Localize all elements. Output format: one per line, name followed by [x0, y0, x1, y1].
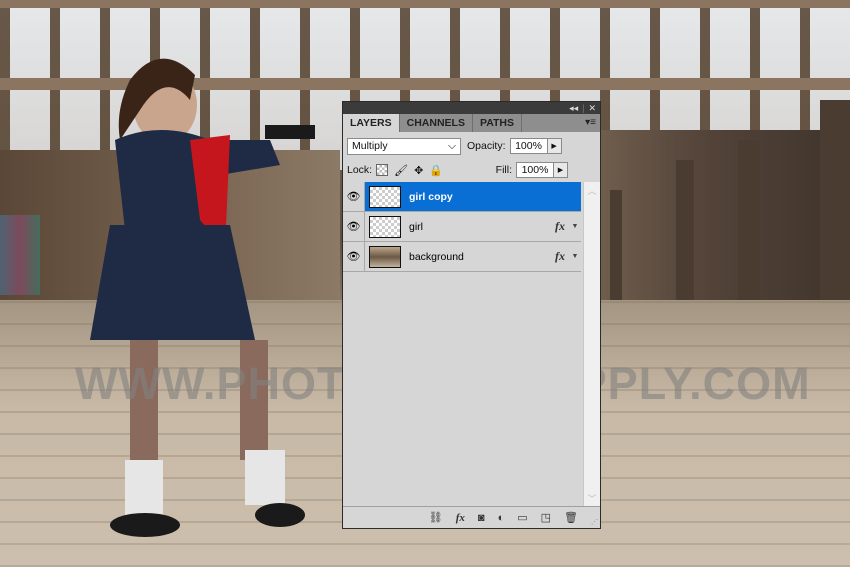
panel-menu-icon[interactable]: ▾≡ [585, 117, 596, 128]
lock-transparency-icon[interactable] [376, 164, 389, 176]
visibility-eye-icon[interactable]: 👁 [343, 212, 365, 241]
lock-all-icon[interactable]: 🔒 [429, 164, 443, 177]
add-layer-style-icon[interactable]: fx [456, 512, 465, 524]
tab-channels[interactable]: CHANNELS [400, 114, 473, 132]
new-layer-icon[interactable]: ◳ [541, 511, 551, 524]
visibility-eye-icon[interactable]: 👁 [343, 182, 365, 211]
add-mask-icon[interactable]: ◙ [478, 512, 485, 524]
layer-thumbnail [369, 245, 401, 268]
lock-label: Lock: [347, 164, 373, 176]
resize-grip-icon[interactable]: ⋰ [591, 518, 598, 526]
fill-label: Fill: [495, 164, 512, 176]
layer-row-background[interactable]: 👁 background fx ▼ [343, 242, 581, 272]
blend-mode-value: Multiply [352, 140, 388, 152]
layer-name: girl [409, 220, 424, 233]
layer-name: background [409, 250, 464, 263]
tab-paths[interactable]: PATHS [473, 114, 523, 132]
pillar [610, 190, 622, 310]
blend-row: Multiply ⌵ Opacity: 100% ▶ [343, 134, 600, 158]
layer-effects-icon[interactable]: fx [555, 249, 565, 264]
fill-input[interactable]: 100% [516, 162, 554, 178]
chevron-down-icon: ⌵ [448, 139, 456, 152]
new-group-icon[interactable]: ▭ [517, 511, 527, 524]
girl-figure [90, 58, 315, 537]
panel-tabs: LAYERS CHANNELS PATHS ▾≡ [343, 114, 600, 132]
graffiti [0, 215, 40, 295]
link-layers-icon[interactable]: ⛓ [429, 511, 443, 524]
blend-mode-select[interactable]: Multiply ⌵ [347, 137, 461, 155]
layer-name: girl copy [409, 190, 453, 203]
scroll-up-icon[interactable]: ︿ [584, 184, 600, 197]
lock-position-move-icon[interactable]: ✥ [414, 164, 423, 177]
layer-thumbnail [369, 185, 401, 208]
adjustment-layer-icon[interactable]: ◐ [498, 512, 505, 524]
lock-pixels-brush-icon[interactable]: 🖌 [394, 164, 408, 177]
collapse-panel-icon[interactable]: ◂◂ [569, 103, 578, 114]
tab-layers[interactable]: LAYERS [343, 114, 400, 132]
lock-row: Lock: 🖌 ✥ 🔒 Fill: 100% ▶ [343, 158, 600, 182]
expand-effects-icon[interactable]: ▼ [569, 253, 581, 260]
layers-list: 👁 girl copy 👁 girl fx ▼ 👁 background fx … [343, 182, 581, 507]
roof-beam [0, 0, 850, 8]
layer-row-girl[interactable]: 👁 girl fx ▼ [343, 212, 581, 242]
scroll-down-icon[interactable]: ﹀ [584, 492, 600, 505]
panel-header: ◂◂ | ✕ [343, 102, 600, 114]
layer-thumbnail [369, 215, 401, 238]
visibility-eye-icon[interactable]: 👁 [343, 242, 365, 271]
expand-effects-icon[interactable]: ▼ [569, 223, 581, 230]
delete-layer-icon[interactable]: 🗑 [564, 511, 578, 524]
opacity-slider-button[interactable]: ▶ [547, 138, 562, 154]
layers-scrollbar[interactable]: ︿ ﹀ [583, 182, 600, 507]
layers-panel: ◂◂ | ✕ LAYERS CHANNELS PATHS ▾≡ Multiply… [342, 101, 601, 529]
layer-row-girl-copy[interactable]: 👁 girl copy [343, 182, 581, 212]
layer-effects-icon[interactable]: fx [555, 219, 565, 234]
close-panel-icon[interactable]: ✕ [588, 103, 596, 114]
opacity-label: Opacity: [467, 140, 506, 152]
opacity-input[interactable]: 100% [509, 138, 548, 154]
fill-slider-button[interactable]: ▶ [554, 162, 568, 178]
panel-bottom-toolbar: ⛓ fx ◙ ◐ ▭ ◳ 🗑 ⋰ [343, 506, 600, 528]
